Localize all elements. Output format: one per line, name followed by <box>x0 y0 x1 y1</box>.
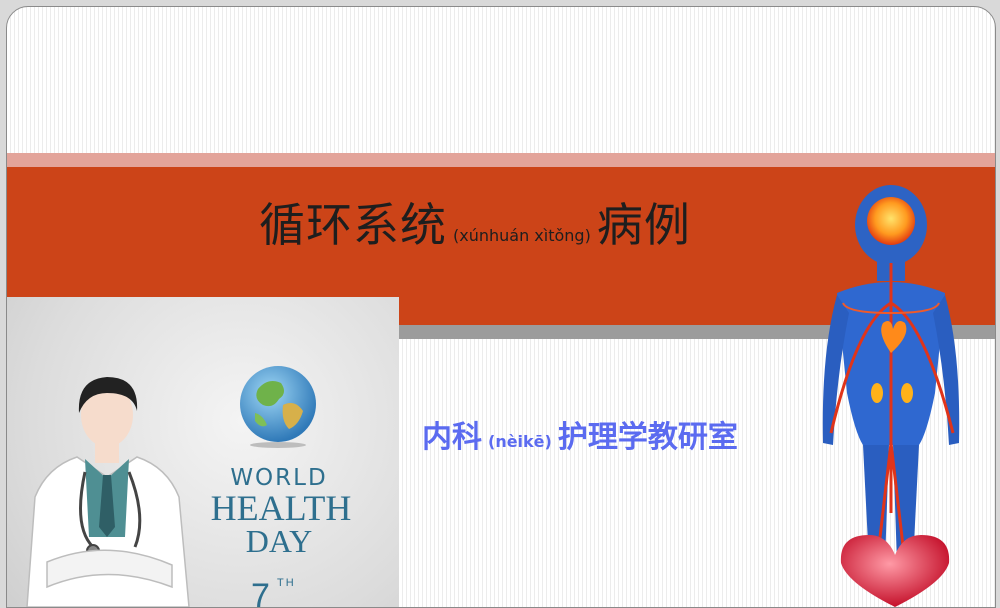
globe-icon <box>240 366 316 448</box>
subtitle-chinese-part-2: 护理学教研室 <box>557 420 738 455</box>
slide-subtitle: 内科 (nèikē) 护理学教研室 <box>422 412 738 456</box>
title-band-top-stripe <box>7 153 995 167</box>
title-pinyin: (xúnhuán xìtǒng) <box>453 226 591 245</box>
poster-day-number: 7 <box>251 577 270 607</box>
world-health-day-poster: WORLD HEALTH DAY 7 TH <box>7 297 399 607</box>
slide-title: 循环系统 (xúnhuán xìtǒng) 病例 <box>259 189 691 252</box>
title-chinese-part-1: 循环系统 <box>259 198 447 252</box>
poster-day-text: DAY <box>245 523 313 559</box>
slide: 循环系统 (xúnhuán xìtǒng) 病例 内科 (nèikē) 护理学教… <box>6 6 996 608</box>
doctor-illustration <box>26 377 190 607</box>
poster-day-suffix: TH <box>277 577 296 589</box>
title-chinese-part-2: 病例 <box>596 198 691 252</box>
subtitle-chinese-part-1: 内科 <box>422 420 482 455</box>
circulatory-system-figure <box>822 185 960 607</box>
subtitle-pinyin: (nèikē) <box>488 432 552 451</box>
